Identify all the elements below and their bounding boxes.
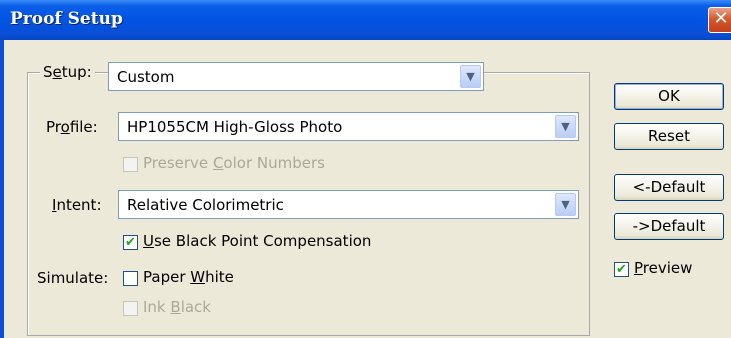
previous-default-button[interactable]: <-Default [614,174,724,201]
preserve-color-numbers-checkbox[interactable] [123,157,138,172]
profile-value: HP1055CM High-Gloss Photo [127,118,343,136]
preview-label-post: review [642,259,693,277]
close-button[interactable]: ✕ [708,7,731,33]
chevron-down-icon[interactable]: ▼ [460,65,481,88]
profile-label-mnemonic: o [60,118,70,136]
profile-dropdown[interactable]: HP1055CM High-Gloss Photo ▼ [118,112,579,141]
setup-label-mnemonic: e [52,63,62,81]
setup-label: Setup: [40,63,95,81]
preview-label-mnemonic: P [634,259,643,277]
intent-value: Relative Colorimetric [127,196,284,214]
reset-button[interactable]: Reset [614,123,724,150]
window-title: Proof Setup [10,9,123,29]
setup-label-pre: S [43,63,53,81]
black-point-compensation-checkbox[interactable]: ✔ [123,235,138,250]
intent-label: Intent: [52,196,102,214]
preserve-label-mnemonic: C [212,154,224,172]
profile-label: Profile: [46,118,98,136]
profile-label-post: file: [69,118,98,136]
simulate-label: Simulate: [37,269,109,287]
preserve-label-post: olor Numbers [223,154,325,172]
ok-button[interactable]: OK [614,83,724,110]
checkmark-icon: ✔ [616,262,627,277]
intent-label-post: ntent: [56,196,102,214]
close-icon: ✕ [713,8,729,29]
setup-label-post: tup: [61,63,92,81]
bpc-label-mnemonic: U [143,232,154,250]
intent-dropdown[interactable]: Relative Colorimetric ▼ [118,190,579,219]
ink-black-label: Ink Black [143,298,211,316]
paper-white-label-pre: Paper [143,268,191,286]
black-point-compensation-label: Use Black Point Compensation [143,232,371,250]
ink-black-checkbox[interactable] [123,301,138,316]
profile-label-pre: Pr [46,118,61,136]
preserve-color-numbers-label: Preserve Color Numbers [143,154,325,172]
title-bar[interactable]: Proof Setup ✕ [0,0,731,40]
preserve-label-pre: Preserve [143,154,213,172]
next-default-button[interactable]: ->Default [614,213,724,240]
paper-white-label-post: hite [205,268,234,286]
preview-checkbox[interactable]: ✔ [614,262,629,277]
paper-white-checkbox[interactable] [123,271,138,286]
ink-black-label-post: lack [180,298,211,316]
setup-dropdown[interactable]: Custom ▼ [108,62,484,91]
paper-white-label-mnemonic: W [190,268,206,286]
checkmark-icon: ✔ [125,235,136,250]
dialog-body: Setup: Custom ▼ Profile: HP1055CM High-G… [0,40,731,338]
chevron-down-icon[interactable]: ▼ [555,193,576,216]
setup-value: Custom [117,68,175,86]
ink-black-label-mnemonic: B [170,298,181,316]
preview-label: Preview [634,259,692,277]
ink-black-label-pre: Ink [143,298,171,316]
bpc-label-post: se Black Point Compensation [153,232,372,250]
chevron-down-icon[interactable]: ▼ [555,115,576,138]
paper-white-label: Paper White [143,268,234,286]
